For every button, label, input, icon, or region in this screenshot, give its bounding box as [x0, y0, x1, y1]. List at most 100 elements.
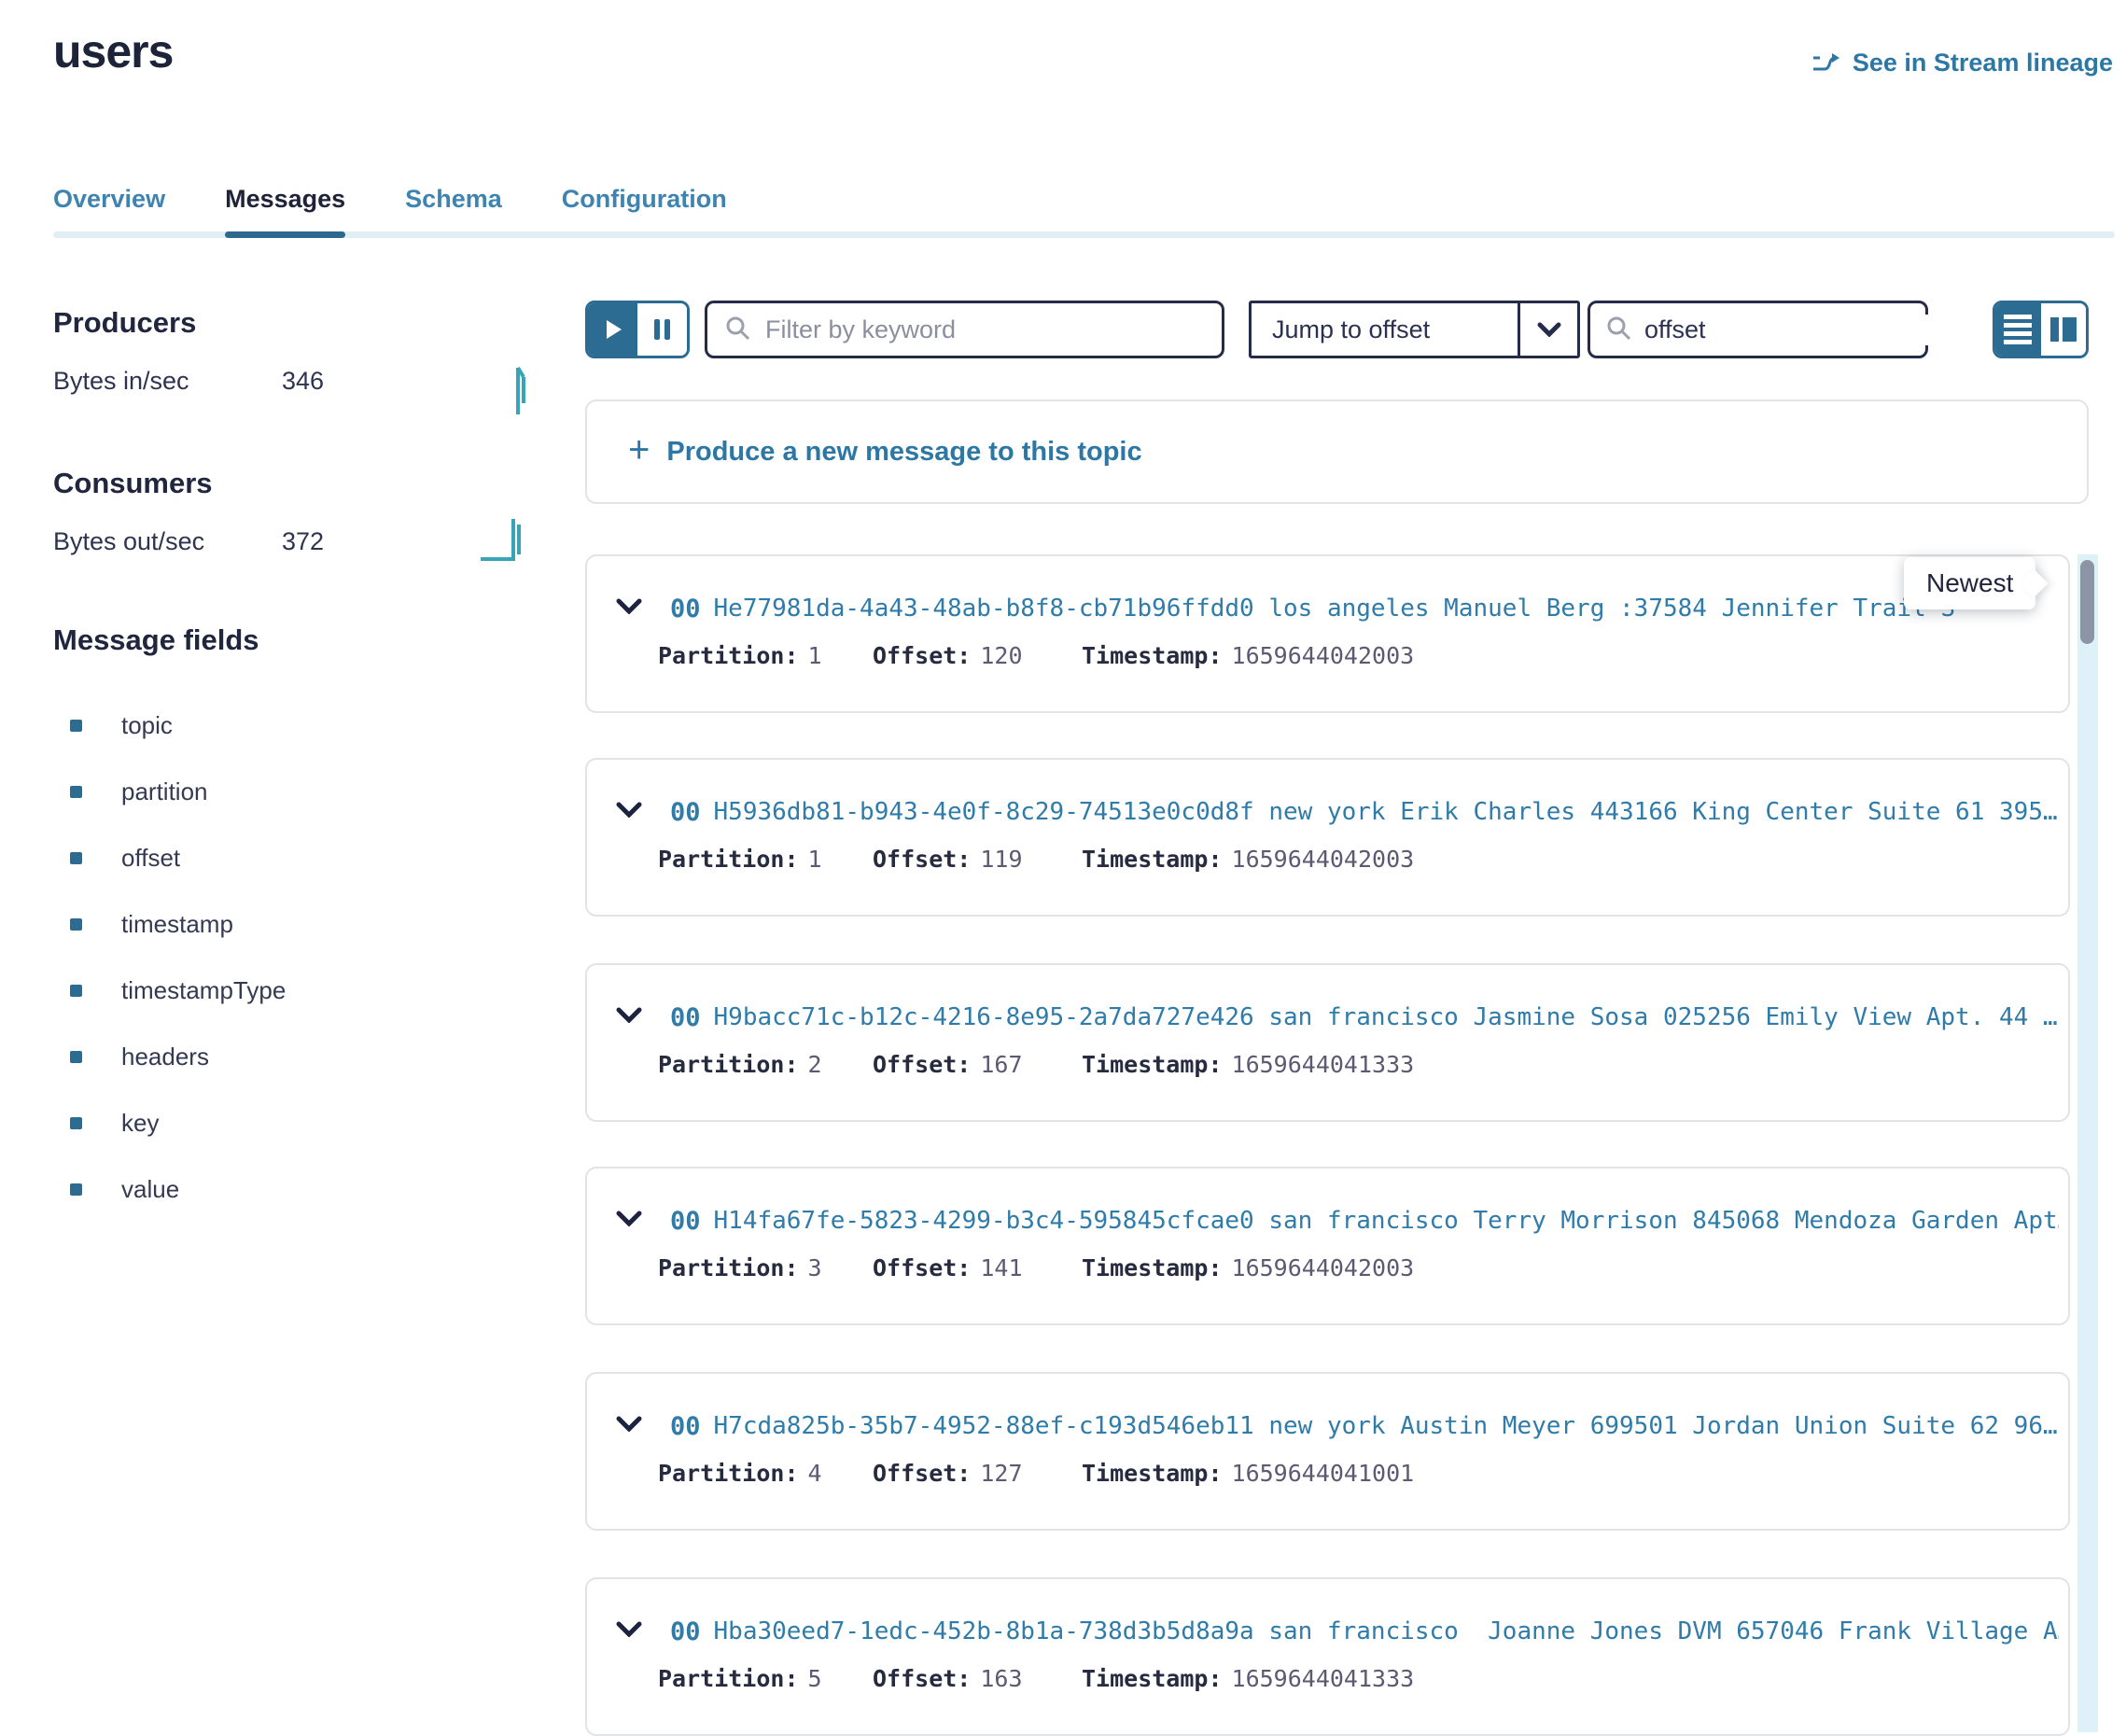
timestamp-value: 1659644041333 — [1232, 1051, 1415, 1078]
stream-lineage-link[interactable]: See in Stream lineage — [1811, 49, 2113, 77]
tab-schema[interactable]: Schema — [405, 185, 502, 238]
binary-key-icon: 00 — [670, 1003, 701, 1032]
field-bullet-icon — [70, 852, 82, 864]
offset-value: 167 — [980, 1051, 1022, 1078]
field-item-offset[interactable]: offset — [53, 825, 286, 891]
partition-value: 1 — [808, 642, 822, 669]
field-bullet-icon — [70, 1051, 82, 1063]
message-meta: Partition:3 Offset:141 Timestamp:1659644… — [658, 1254, 1414, 1281]
offset-value: 120 — [980, 642, 1022, 669]
message-key-text: H9bacc71c-b12c-4216-8e95-2a7da727e426 sa… — [714, 1003, 2058, 1031]
produce-message-label: Produce a new message to this topic — [666, 437, 1141, 468]
field-item-key[interactable]: key — [53, 1090, 286, 1156]
pause-icon — [654, 319, 660, 340]
message-meta: Partition:1 Offset:119 Timestamp:1659644… — [658, 846, 1414, 873]
chevron-down-icon[interactable] — [1518, 303, 1577, 356]
binary-key-icon: 00 — [670, 1617, 701, 1646]
offset-value: 141 — [980, 1254, 1022, 1281]
message-row[interactable]: 00 H5936db81-b943-4e0f-8c29-74513e0c0d8f… — [585, 758, 2070, 917]
consumers-metric-row: Bytes out/sec 372 — [53, 527, 483, 556]
filter-keyword-input[interactable] — [763, 315, 1205, 345]
list-view-icon — [2004, 315, 2032, 344]
message-row[interactable]: 00 H9bacc71c-b12c-4216-8e95-2a7da727e426… — [585, 963, 2070, 1122]
tab-bar: Overview Messages Schema Configuration — [53, 185, 2115, 238]
message-fields-heading: Message fields — [53, 623, 259, 657]
field-bullet-icon — [70, 786, 82, 798]
message-meta: Partition:4 Offset:127 Timestamp:1659644… — [658, 1460, 1414, 1487]
expand-chevron-icon[interactable] — [616, 1007, 642, 1028]
search-icon — [1605, 315, 1631, 345]
play-icon — [607, 320, 622, 339]
page-title: users — [53, 24, 173, 78]
pause-button[interactable] — [637, 303, 687, 356]
offset-search-input[interactable] — [1643, 315, 1977, 345]
field-item-partition[interactable]: partition — [53, 759, 286, 825]
message-key-text: H5936db81-b943-4e0f-8c29-74513e0c0d8f ne… — [714, 798, 2058, 826]
message-key-text: He77981da-4a43-48ab-b8f8-cb71b96ffdd0 lo… — [714, 595, 1956, 623]
tab-overview[interactable]: Overview — [53, 185, 165, 238]
expand-chevron-icon[interactable] — [616, 598, 642, 619]
messages-scrollbar-track[interactable] — [2077, 554, 2098, 1732]
field-bullet-icon — [70, 720, 82, 732]
messages-scrollbar-thumb[interactable] — [2080, 560, 2094, 644]
messages-toolbar: Jump to offset — [585, 301, 2089, 358]
jump-to-offset-select[interactable]: Jump to offset — [1249, 301, 1580, 358]
bytes-in-value: 346 — [282, 367, 324, 396]
timestamp-value: 1659644042003 — [1232, 1254, 1415, 1281]
message-key-text: H7cda825b-35b7-4952-88ef-c193d546eb11 ne… — [714, 1412, 2058, 1440]
producers-sparkline — [507, 358, 533, 421]
jump-to-offset-label: Jump to offset — [1252, 303, 1518, 356]
play-button[interactable] — [588, 303, 637, 356]
stream-lineage-label: See in Stream lineage — [1853, 49, 2113, 77]
binary-key-icon: 00 — [670, 1412, 701, 1441]
message-row[interactable]: 00 He77981da-4a43-48ab-b8f8-cb71b96ffdd0… — [585, 554, 2070, 713]
field-bullet-icon — [70, 985, 82, 997]
timestamp-value: 1659644041333 — [1232, 1665, 1415, 1692]
timestamp-value: 1659644042003 — [1232, 846, 1415, 873]
producers-heading: Producers — [53, 306, 196, 340]
binary-key-icon: 00 — [670, 1207, 701, 1236]
bytes-out-value: 372 — [282, 527, 324, 556]
message-meta: Partition:5 Offset:163 Timestamp:1659644… — [658, 1665, 1414, 1692]
partition-value: 2 — [808, 1051, 822, 1078]
message-meta: Partition:1 Offset:120 Timestamp:1659644… — [658, 642, 1414, 669]
list-view-button[interactable] — [1995, 303, 2041, 356]
field-item-value[interactable]: value — [53, 1156, 286, 1223]
produce-message-button[interactable]: + Produce a new message to this topic — [585, 399, 2089, 504]
field-item-timestamp[interactable]: timestamp — [53, 891, 286, 958]
field-item-headers[interactable]: headers — [53, 1024, 286, 1090]
timestamp-value: 1659644041001 — [1232, 1460, 1415, 1487]
newest-tooltip-label: Newest — [1926, 568, 2013, 597]
message-row[interactable]: 00 H7cda825b-35b7-4952-88ef-c193d546eb11… — [585, 1372, 2070, 1531]
partition-value: 5 — [808, 1665, 822, 1692]
newest-tooltip: Newest — [1904, 557, 2035, 609]
message-meta: Partition:2 Offset:167 Timestamp:1659644… — [658, 1051, 1414, 1078]
expand-chevron-icon[interactable] — [616, 1211, 642, 1231]
split-view-icon — [2050, 317, 2077, 342]
expand-chevron-icon[interactable] — [616, 1416, 642, 1436]
stream-lineage-icon — [1811, 51, 1841, 76]
consumers-sparkline — [479, 511, 533, 567]
filter-field — [705, 301, 1224, 358]
field-bullet-icon — [70, 918, 82, 931]
expand-chevron-icon[interactable] — [616, 802, 642, 822]
producers-metric-row: Bytes in/sec 346 — [53, 367, 483, 396]
tab-configuration[interactable]: Configuration — [562, 185, 727, 238]
partition-value: 3 — [808, 1254, 822, 1281]
message-row[interactable]: 00 H14fa67fe-5823-4299-b3c4-595845cfcae0… — [585, 1167, 2070, 1325]
consumers-heading: Consumers — [53, 467, 213, 500]
plus-icon: + — [628, 431, 650, 469]
message-key-text: Hba30eed7-1edc-452b-8b1a-738d3b5d8a9a sa… — [714, 1617, 2059, 1645]
field-bullet-icon — [70, 1117, 82, 1129]
offset-value: 119 — [980, 846, 1022, 873]
field-item-timestampType[interactable]: timestampType — [53, 958, 286, 1024]
field-item-topic[interactable]: topic — [53, 693, 286, 759]
view-mode-toggle — [1993, 301, 2089, 358]
split-view-button[interactable] — [2041, 303, 2087, 356]
message-row[interactable]: 00 Hba30eed7-1edc-452b-8b1a-738d3b5d8a9a… — [585, 1577, 2070, 1736]
binary-key-icon: 00 — [670, 595, 701, 623]
offset-value: 127 — [980, 1460, 1022, 1487]
expand-chevron-icon[interactable] — [616, 1621, 642, 1642]
tab-messages[interactable]: Messages — [225, 185, 345, 238]
play-pause-control — [585, 301, 690, 358]
